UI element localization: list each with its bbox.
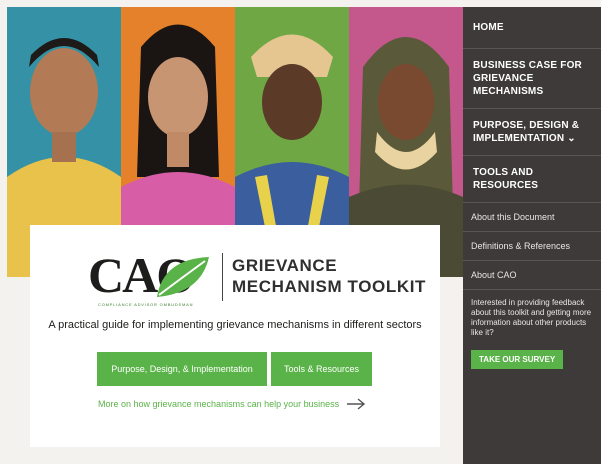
nav-tools-resources[interactable]: Tools and Resources (463, 156, 601, 203)
page-subtitle: A practical guide for implementing griev… (48, 319, 422, 331)
logo-divider (222, 253, 223, 301)
sidebar-sub-menu: About this Document Definitions & Refere… (463, 203, 601, 290)
logo-tagline: COMPLIANCE ADVISOR OMBUDSMAN (98, 302, 194, 307)
nav-purpose-design[interactable]: Purpose, Design & Implementation ⌄ (463, 109, 601, 156)
nav-about-cao[interactable]: About CAO (463, 261, 601, 290)
nav-about-document[interactable]: About this Document (463, 203, 601, 232)
tools-resources-button[interactable]: Tools & Resources (271, 352, 372, 386)
cao-logo: CAO COMPLIANCE ADVISOR OMBUDSMAN (88, 245, 218, 307)
purpose-design-button[interactable]: Purpose, Design, & Implementation (97, 352, 267, 386)
leaf-icon (157, 257, 209, 297)
business-link[interactable]: More on how grievance mechanisms can hel… (98, 398, 366, 410)
nav-definitions[interactable]: Definitions & References (463, 232, 601, 261)
page-title: Grievance Mechanism Toolkit (232, 256, 427, 296)
feedback-note: Interested in providing feedback about t… (471, 298, 592, 337)
sidebar-main-menu: Home Business Case for Grievance Mechani… (463, 7, 601, 203)
page: Home Business Case for Grievance Mechani… (0, 0, 601, 464)
business-link-label: More on how grievance mechanisms can hel… (98, 399, 340, 409)
nav-business-case[interactable]: Business Case for Grievance Mechanisms (463, 49, 601, 109)
take-survey-button[interactable]: Take our survey (471, 350, 564, 369)
sidebar-nav: Home Business Case for Grievance Mechani… (463, 7, 601, 464)
arrow-right-icon (347, 398, 366, 410)
nav-home[interactable]: Home (463, 7, 601, 49)
intro-card: CAO COMPLIANCE ADVISOR OMBUDSMAN Grievan… (30, 225, 440, 447)
